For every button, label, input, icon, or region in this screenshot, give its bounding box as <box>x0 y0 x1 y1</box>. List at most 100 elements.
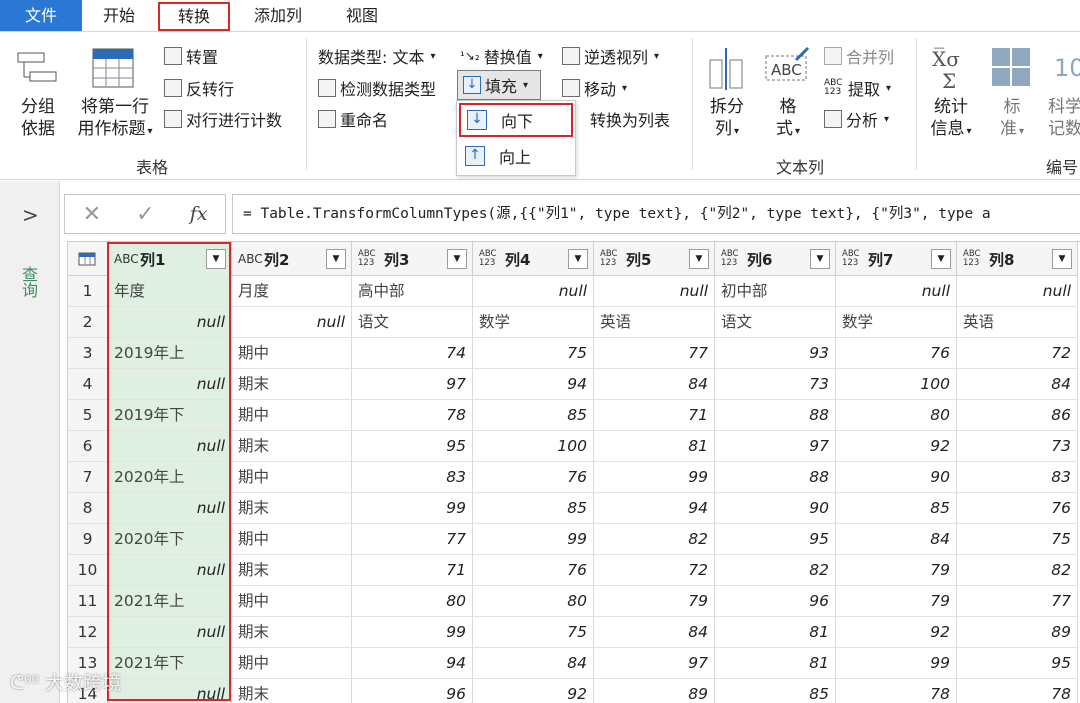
data-type-icon[interactable]: ABC <box>114 253 139 265</box>
table-cell[interactable]: 86 <box>957 400 1078 431</box>
table-cell[interactable]: 82 <box>715 555 836 586</box>
table-cell[interactable]: 71 <box>594 400 715 431</box>
fill-up-menu-item[interactable]: ↑ 向上 <box>459 139 573 173</box>
row-number[interactable]: 7 <box>68 462 108 493</box>
table-cell[interactable]: 78 <box>352 400 473 431</box>
column-header[interactable]: ABC 123 列5 ▼ <box>594 242 715 276</box>
tab-transform[interactable]: 转换 <box>158 2 230 31</box>
formula-input[interactable]: = Table.TransformColumnTypes(源,{{"列1", t… <box>232 194 1080 234</box>
table-cell[interactable]: 88 <box>715 462 836 493</box>
table-cell[interactable]: 85 <box>473 493 594 524</box>
merge-columns-button[interactable]: 合并列 <box>824 44 894 68</box>
row-number[interactable]: 6 <box>68 431 108 462</box>
column-filter-dropdown-icon[interactable]: ▼ <box>326 249 346 269</box>
table-cell[interactable]: 85 <box>473 400 594 431</box>
table-cell[interactable]: null <box>108 431 232 462</box>
data-type-icon[interactable]: ABC <box>238 253 263 265</box>
table-cell[interactable]: 73 <box>957 431 1078 462</box>
table-cell[interactable]: 2020年下 <box>108 524 232 555</box>
table-cell[interactable]: 97 <box>352 369 473 400</box>
table-cell[interactable]: 期中 <box>232 648 352 679</box>
row-number[interactable]: 12 <box>68 617 108 648</box>
column-filter-dropdown-icon[interactable]: ▼ <box>447 249 467 269</box>
table-cell[interactable]: null <box>108 493 232 524</box>
statistics-button[interactable]: 统计 信息 ▾ <box>924 96 978 143</box>
scientific-button[interactable]: 科学 记数 <box>1048 96 1080 140</box>
table-cell[interactable]: null <box>108 617 232 648</box>
table-cell[interactable]: 82 <box>957 555 1078 586</box>
first-row-header-button[interactable]: 将第一行 用作标题 ▾ <box>70 96 160 143</box>
fx-icon[interactable]: fx <box>190 203 208 225</box>
table-cell[interactable]: 英语 <box>957 307 1078 338</box>
table-cell[interactable]: 月度 <box>232 276 352 307</box>
table-cell[interactable]: 期中 <box>232 586 352 617</box>
table-cell[interactable]: 94 <box>594 493 715 524</box>
table-cell[interactable]: 期末 <box>232 555 352 586</box>
table-cell[interactable]: 76 <box>473 462 594 493</box>
table-cell[interactable]: 88 <box>715 400 836 431</box>
table-cell[interactable]: 2019年下 <box>108 400 232 431</box>
table-cell[interactable]: 2021年上 <box>108 586 232 617</box>
table-cell[interactable]: null <box>232 307 352 338</box>
table-cell[interactable]: null <box>594 276 715 307</box>
table-cell[interactable]: 95 <box>957 648 1078 679</box>
table-cell[interactable]: 79 <box>836 586 957 617</box>
column-header[interactable]: ABC 123 列8 ▼ <box>957 242 1078 276</box>
table-cell[interactable]: 99 <box>473 524 594 555</box>
table-cell[interactable]: 高中部 <box>352 276 473 307</box>
tab-home[interactable]: 开始 <box>88 0 150 31</box>
table-cell[interactable]: 数学 <box>836 307 957 338</box>
tab-view[interactable]: 视图 <box>334 0 390 31</box>
table-cell[interactable]: 82 <box>594 524 715 555</box>
row-number[interactable]: 3 <box>68 338 108 369</box>
table-cell[interactable]: 99 <box>352 617 473 648</box>
transpose-button[interactable]: 转置 <box>164 44 218 68</box>
data-type-dropdown[interactable]: 数据类型: 文本 ▾ <box>318 44 436 68</box>
table-cell[interactable]: 75 <box>473 338 594 369</box>
table-cell[interactable]: 期末 <box>232 493 352 524</box>
column-header[interactable]: ABC 123 列7 ▼ <box>836 242 957 276</box>
table-cell[interactable]: 77 <box>957 586 1078 617</box>
table-cell[interactable]: 95 <box>715 524 836 555</box>
table-cell[interactable]: 期中 <box>232 400 352 431</box>
table-cell[interactable]: 78 <box>957 679 1078 703</box>
table-cell[interactable]: 76 <box>473 555 594 586</box>
table-cell[interactable]: 80 <box>473 586 594 617</box>
row-number[interactable]: 9 <box>68 524 108 555</box>
table-cell[interactable]: 77 <box>594 338 715 369</box>
table-cell[interactable]: 2021年下 <box>108 648 232 679</box>
row-number[interactable]: 1 <box>68 276 108 307</box>
table-cell[interactable]: 语文 <box>352 307 473 338</box>
column-filter-dropdown-icon[interactable]: ▼ <box>568 249 588 269</box>
table-cell[interactable]: 92 <box>473 679 594 703</box>
table-cell[interactable]: 81 <box>715 648 836 679</box>
reverse-rows-button[interactable]: 反转行 <box>164 76 234 100</box>
cancel-icon[interactable]: ✕ <box>83 202 101 227</box>
table-cell[interactable]: 81 <box>594 431 715 462</box>
table-cell[interactable]: 语文 <box>715 307 836 338</box>
group-by-button[interactable]: 分组 依据 <box>14 96 62 140</box>
table-cell[interactable]: 100 <box>836 369 957 400</box>
fill-button[interactable]: ↓ 填充 ▾ <box>457 70 541 100</box>
to-list-button[interactable]: 转换为列表 <box>590 107 670 131</box>
column-filter-dropdown-icon[interactable]: ▼ <box>931 249 951 269</box>
table-cell[interactable]: null <box>473 276 594 307</box>
table-cell[interactable]: 84 <box>594 369 715 400</box>
table-cell[interactable]: 72 <box>957 338 1078 369</box>
data-type-icon[interactable]: ABC 123 <box>358 250 378 268</box>
table-cell[interactable]: 84 <box>473 648 594 679</box>
queries-label[interactable]: 查询 <box>19 266 40 298</box>
select-all-icon[interactable] <box>68 242 108 276</box>
table-cell[interactable]: null <box>108 307 232 338</box>
table-cell[interactable]: null <box>957 276 1078 307</box>
table-cell[interactable]: 2020年上 <box>108 462 232 493</box>
row-number[interactable]: 5 <box>68 400 108 431</box>
table-cell[interactable]: 92 <box>836 431 957 462</box>
table-cell[interactable]: 2019年上 <box>108 338 232 369</box>
table-cell[interactable]: 72 <box>594 555 715 586</box>
data-type-icon[interactable]: ABC 123 <box>721 250 741 268</box>
table-cell[interactable]: 英语 <box>594 307 715 338</box>
table-cell[interactable]: 84 <box>594 617 715 648</box>
table-cell[interactable]: 期末 <box>232 369 352 400</box>
table-cell[interactable]: 75 <box>957 524 1078 555</box>
